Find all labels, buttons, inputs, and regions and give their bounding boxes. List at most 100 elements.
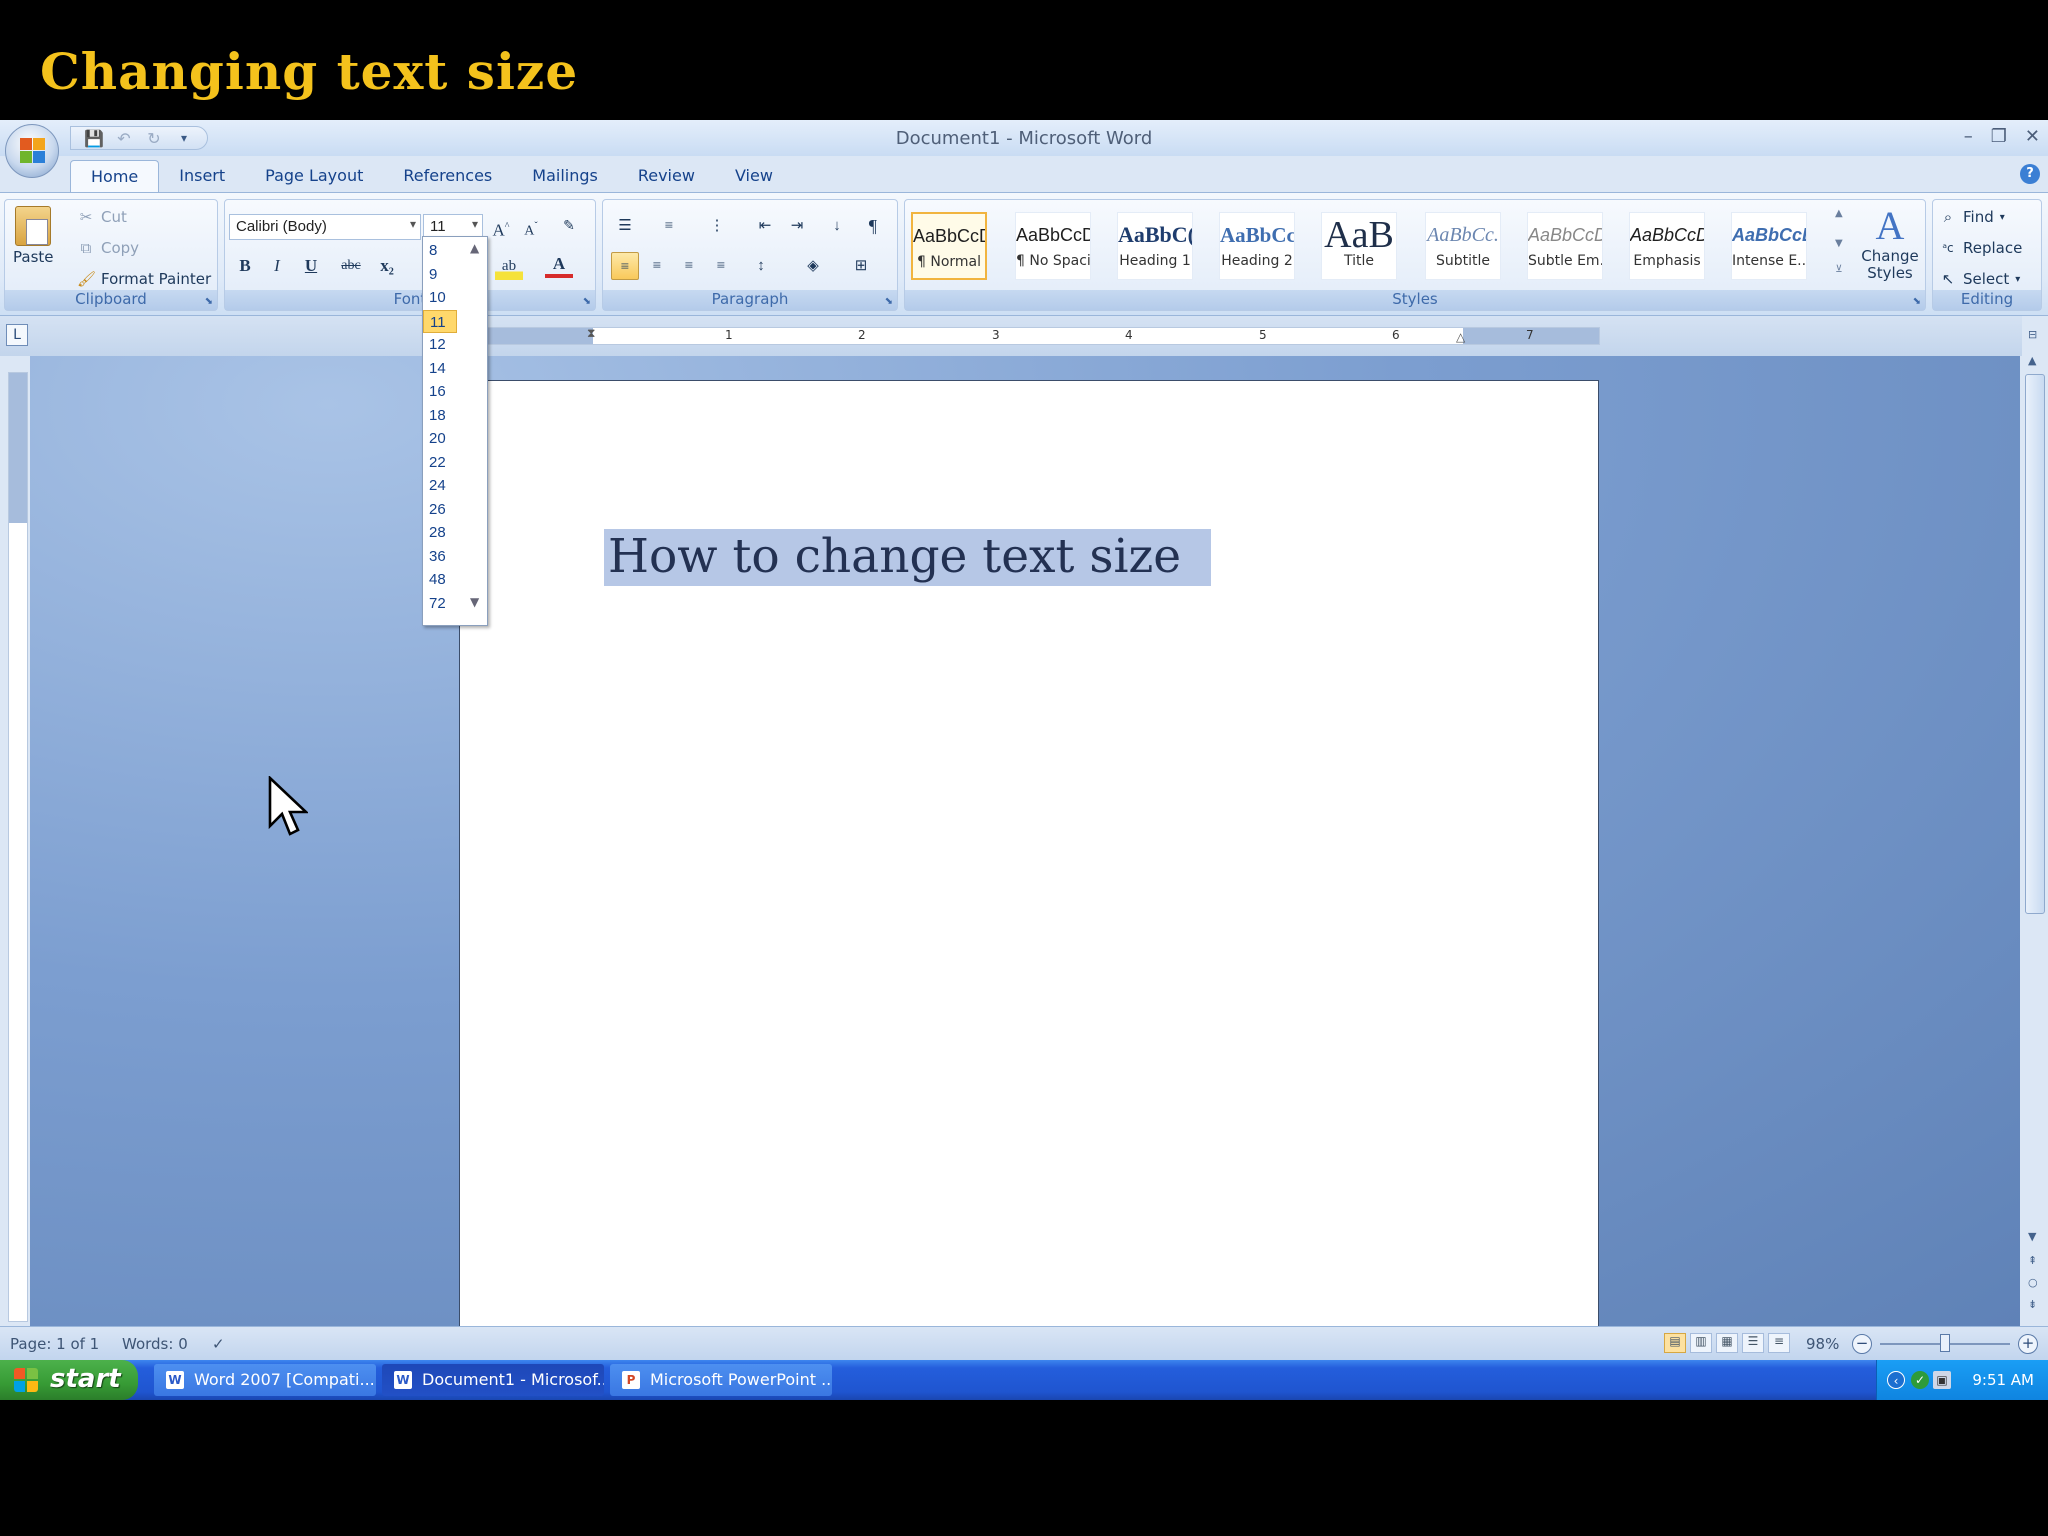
style-no-spacing[interactable]: AaBbCcDc ¶ No Spaci... — [1015, 212, 1091, 280]
outline-icon[interactable]: ☰ — [1742, 1333, 1764, 1353]
paste-button[interactable]: Paste — [13, 206, 54, 266]
print-layout-icon[interactable]: ▤ — [1664, 1333, 1686, 1353]
vertical-scrollbar[interactable]: ⊟ ▲ ▼ ⇞ ○ ⇟ — [2022, 316, 2048, 1326]
previous-page-icon[interactable]: ⇞ — [2028, 1254, 2037, 1267]
style-title[interactable]: AaB Title — [1321, 212, 1397, 280]
style-normal[interactable]: AaBbCcDc ¶ Normal — [911, 212, 987, 280]
dropdown-scrollbar[interactable]: ▲ ▼ — [469, 241, 485, 611]
page-count[interactable]: Page: 1 of 1 — [10, 1335, 99, 1353]
tab-insert[interactable]: Insert — [159, 160, 245, 192]
tab-references[interactable]: References — [383, 160, 512, 192]
scroll-up-icon[interactable]: ▲ — [470, 241, 479, 255]
browse-object-icon[interactable]: ○ — [2028, 1276, 2038, 1289]
zoom-slider[interactable] — [1880, 1334, 2010, 1352]
scroll-thumb[interactable] — [2025, 374, 2045, 914]
copy-button[interactable]: ⧉ Copy — [77, 239, 139, 257]
style-subtitle[interactable]: AaBbCc. Subtitle — [1425, 212, 1501, 280]
align-left-icon[interactable]: ≡ — [611, 252, 639, 280]
task-powerpoint[interactable]: P Microsoft PowerPoint ... — [610, 1364, 832, 1396]
tab-review[interactable]: Review — [618, 160, 715, 192]
word-count[interactable]: Words: 0 — [122, 1335, 188, 1353]
bullets-icon[interactable]: ☰ — [611, 212, 639, 240]
font-size-option[interactable]: 11 — [423, 309, 457, 333]
bold-button[interactable]: B — [231, 252, 259, 280]
style-intense-emphasis[interactable]: AaBbCcD( Intense E... — [1731, 212, 1807, 280]
scroll-up-icon[interactable]: ▲ — [2028, 354, 2036, 367]
font-size-option[interactable]: 12 — [423, 333, 457, 357]
sort-icon[interactable]: ↓ — [823, 212, 851, 240]
security-shield-icon[interactable]: ✓ — [1911, 1371, 1929, 1389]
line-spacing-icon[interactable]: ↕ — [747, 252, 775, 280]
decrease-indent-icon[interactable]: ⇤ — [751, 212, 779, 240]
next-page-icon[interactable]: ⇟ — [2028, 1298, 2037, 1311]
font-size-option[interactable]: 72 — [423, 592, 457, 616]
grow-font-button[interactable]: A^ — [487, 213, 515, 241]
style-subtle-emphasis[interactable]: AaBbCcD( Subtle Em... — [1527, 212, 1603, 280]
shrink-font-button[interactable]: Aˇ — [517, 213, 545, 241]
font-size-option[interactable]: 8 — [423, 239, 457, 263]
borders-icon[interactable]: ⊞ — [847, 252, 875, 280]
font-size-option[interactable]: 36 — [423, 545, 457, 569]
style-heading-1[interactable]: AaBbC( Heading 1 — [1117, 212, 1193, 280]
subscript-button[interactable]: x₂ — [373, 252, 401, 280]
font-size-option[interactable]: 22 — [423, 451, 457, 475]
ruler-toggle-icon[interactable]: ⊟ — [2028, 328, 2037, 341]
document-page[interactable]: How to change text size — [459, 380, 1599, 1326]
align-right-icon[interactable]: ≡ — [675, 252, 703, 280]
office-button[interactable] — [5, 124, 59, 178]
vertical-ruler[interactable] — [8, 372, 28, 1322]
clipboard-launcher-icon[interactable]: ⬊ — [205, 296, 213, 307]
font-size-option[interactable]: 24 — [423, 474, 457, 498]
font-family-combo[interactable]: Calibri (Body) ▾ — [229, 214, 421, 240]
start-button[interactable]: start — [0, 1360, 138, 1400]
indent-marker-icon[interactable]: ⧗ — [587, 326, 595, 341]
font-size-option[interactable]: 20 — [423, 427, 457, 451]
full-screen-reading-icon[interactable]: ▥ — [1690, 1333, 1712, 1353]
shading-icon[interactable]: ◈ — [799, 252, 827, 280]
right-indent-marker-icon[interactable]: △ — [1456, 330, 1465, 344]
paragraph-launcher-icon[interactable]: ⬊ — [885, 296, 893, 307]
change-styles-button[interactable]: A Change Styles — [1859, 204, 1921, 282]
draft-icon[interactable]: ≡ — [1768, 1333, 1790, 1353]
zoom-in-icon[interactable]: + — [2018, 1334, 2038, 1354]
format-painter-button[interactable]: 🖌 Format Painter — [77, 270, 211, 288]
find-button[interactable]: ⌕ Find ▾ — [1939, 208, 2005, 226]
help-icon[interactable]: ? — [2020, 164, 2040, 184]
scroll-down-icon[interactable]: ▼ — [2028, 1230, 2036, 1243]
font-size-option[interactable]: 28 — [423, 521, 457, 545]
horizontal-ruler[interactable]: 1 2 3 4 5 6 7 ⧗ △ — [480, 326, 1600, 345]
clear-formatting-icon[interactable]: ✎ — [555, 213, 583, 241]
highlight-icon[interactable]: ab — [495, 252, 523, 280]
multilevel-list-icon[interactable]: ⋮ — [703, 212, 731, 240]
font-size-option[interactable]: 18 — [423, 404, 457, 428]
font-size-option[interactable]: 26 — [423, 498, 457, 522]
tab-selector-icon[interactable]: L — [6, 324, 28, 346]
task-word-2007[interactable]: W Word 2007 [Compati... — [154, 1364, 376, 1396]
replace-button[interactable]: ᵃc Replace — [1939, 239, 2022, 257]
selected-document-text[interactable]: How to change text size — [604, 529, 1212, 586]
font-launcher-icon[interactable]: ⬊ — [583, 296, 591, 307]
increase-indent-icon[interactable]: ⇥ — [783, 212, 811, 240]
zoom-level[interactable]: 98% — [1806, 1335, 1839, 1353]
style-heading-2[interactable]: AaBbCc Heading 2 — [1219, 212, 1295, 280]
font-size-option[interactable]: 9 — [423, 263, 457, 287]
close-button[interactable]: ✕ — [2025, 126, 2040, 147]
web-layout-icon[interactable]: ▦ — [1716, 1333, 1738, 1353]
numbering-icon[interactable]: ≡ — [655, 212, 683, 240]
font-size-option[interactable]: 14 — [423, 357, 457, 381]
show-marks-icon[interactable]: ¶ — [859, 212, 887, 240]
font-size-option[interactable]: 48 — [423, 568, 457, 592]
underline-button[interactable]: U — [297, 252, 325, 280]
styles-launcher-icon[interactable]: ⬊ — [1913, 296, 1921, 307]
scroll-down-icon[interactable]: ▼ — [470, 595, 479, 609]
chevron-up-icon[interactable]: ▲ — [1835, 206, 1843, 222]
tab-view[interactable]: View — [715, 160, 793, 192]
task-document1[interactable]: W Document1 - Microsof... — [382, 1364, 604, 1396]
justify-icon[interactable]: ≡ — [707, 252, 735, 280]
style-emphasis[interactable]: AaBbCcD( Emphasis — [1629, 212, 1705, 280]
minimize-button[interactable]: – — [1964, 126, 1973, 147]
align-center-icon[interactable]: ≡ — [643, 252, 671, 280]
more-styles-icon[interactable]: ⊻ — [1835, 262, 1842, 278]
cut-button[interactable]: ✂ Cut — [77, 208, 127, 226]
font-size-option[interactable]: 10 — [423, 286, 457, 310]
